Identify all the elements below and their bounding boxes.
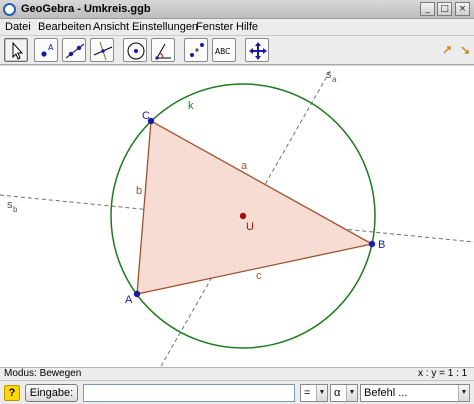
label-C: C bbox=[142, 110, 150, 122]
label-B: B bbox=[378, 239, 385, 251]
label-sb-subscript: b bbox=[13, 205, 18, 214]
geometry-drawing: A B C U a b c k s a s b bbox=[0, 69, 474, 368]
undo-icon[interactable] bbox=[442, 45, 452, 55]
minimize-button[interactable]: _ bbox=[420, 2, 435, 16]
perpendicular-line-icon bbox=[93, 41, 113, 61]
menu-bearbeiten[interactable]: Bearbeiten bbox=[38, 21, 91, 33]
circle-tool-button[interactable] bbox=[123, 38, 147, 62]
toolbar: A ABC bbox=[0, 36, 474, 65]
angle-tool-button[interactable] bbox=[151, 38, 175, 62]
text-abc-icon: ABC bbox=[215, 47, 230, 56]
move-view-tool-button[interactable] bbox=[245, 38, 269, 62]
menu-ansicht[interactable]: Ansicht bbox=[93, 21, 129, 33]
reflect-point-icon bbox=[190, 43, 204, 57]
point-tool-button[interactable]: A bbox=[34, 38, 58, 62]
maximize-button[interactable]: □ bbox=[437, 2, 452, 16]
greek-letter-value: α bbox=[334, 387, 341, 399]
command-value: Befehl ... bbox=[364, 387, 408, 399]
label-side-c: c bbox=[256, 270, 262, 282]
status-bar: Modus: Bewegen x : y = 1 : 1 bbox=[0, 367, 474, 380]
cursor-arrow-icon bbox=[12, 41, 24, 60]
menu-datei[interactable]: Datei bbox=[5, 21, 31, 33]
chevron-down-icon: ▼ bbox=[346, 385, 357, 401]
greek-letter-select[interactable]: α ▼ bbox=[330, 384, 358, 402]
circle-center-point-icon bbox=[127, 42, 145, 60]
chevron-down-icon: ▼ bbox=[316, 385, 327, 401]
menu-fenster[interactable]: Fenster bbox=[196, 21, 233, 33]
point-U[interactable] bbox=[239, 212, 247, 220]
line-through-points-icon bbox=[65, 43, 85, 59]
move-graphics-view-icon bbox=[249, 42, 267, 60]
svg-text:A: A bbox=[48, 43, 54, 52]
svg-text:ABC: ABC bbox=[215, 47, 230, 56]
input-field[interactable] bbox=[83, 384, 295, 402]
help-icon[interactable]: ? bbox=[4, 385, 20, 401]
operator-select[interactable]: = ▼ bbox=[300, 384, 328, 402]
label-U: U bbox=[246, 221, 254, 233]
angle-icon bbox=[155, 43, 171, 60]
window-title: GeoGebra - Umkreis.ggb bbox=[21, 3, 151, 15]
triangle-ABC[interactable] bbox=[136, 119, 374, 295]
point-B[interactable] bbox=[368, 240, 376, 248]
move-tool-button[interactable] bbox=[4, 38, 28, 62]
perpendicular-tool-button[interactable] bbox=[90, 38, 114, 62]
mode-status: Modus: Bewegen bbox=[4, 368, 82, 379]
geogebra-logo-icon bbox=[3, 3, 16, 16]
label-side-b: b bbox=[136, 185, 142, 197]
menu-hilfe[interactable]: Hilfe bbox=[236, 21, 258, 33]
label-sa-subscript: a bbox=[332, 75, 337, 84]
menu-einstellungen[interactable]: Einstellungen bbox=[132, 21, 198, 33]
reflect-tool-button[interactable] bbox=[184, 38, 208, 62]
input-bar: ? Eingabe: = ▼ α ▼ Befehl ... ▼ bbox=[0, 380, 474, 404]
graphics-view[interactable]: A B C U a b c k s a s b bbox=[0, 65, 474, 368]
operator-value: = bbox=[304, 387, 311, 399]
text-tool-button[interactable]: ABC bbox=[212, 38, 236, 62]
eingabe-button[interactable]: Eingabe: bbox=[25, 384, 78, 402]
axis-ratio-status: x : y = 1 : 1 bbox=[418, 368, 468, 379]
menu-bar: Datei Bearbeiten Ansicht Einstellungen F… bbox=[0, 19, 474, 36]
point-A-icon: A bbox=[41, 43, 54, 57]
label-circle-k: k bbox=[188, 100, 194, 112]
point-A[interactable] bbox=[133, 290, 141, 298]
command-select[interactable]: Befehl ... ▼ bbox=[360, 384, 470, 402]
redo-icon[interactable] bbox=[460, 45, 470, 55]
line-tool-button[interactable] bbox=[62, 38, 86, 62]
close-button[interactable]: × bbox=[455, 2, 470, 16]
title-bar: GeoGebra - Umkreis.ggb _ □ × bbox=[0, 0, 474, 19]
label-side-a: a bbox=[241, 160, 248, 172]
chevron-down-icon: ▼ bbox=[458, 385, 469, 401]
label-A: A bbox=[125, 294, 133, 306]
